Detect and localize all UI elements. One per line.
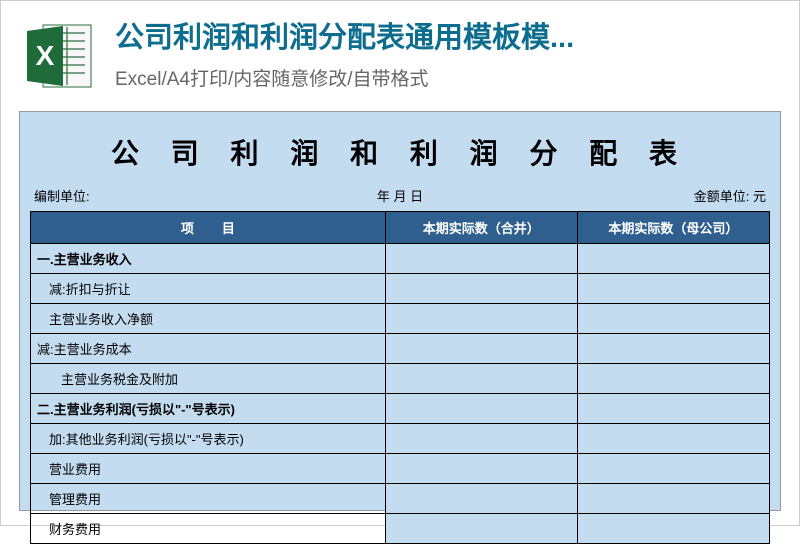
row-col3 (577, 424, 769, 454)
meta-left: 编制单位: (34, 186, 278, 205)
row-label: 营业费用 (31, 454, 386, 484)
page-subtitle: Excel/A4打印/内容随意修改/自带格式 (115, 64, 777, 91)
table-row: 主营业务收入净额 (31, 304, 770, 334)
row-label: 主营业务收入净额 (31, 304, 386, 334)
row-label: 一.主营业务收入 (31, 244, 386, 274)
row-label: 主营业务税金及附加 (31, 364, 386, 394)
table-row: 财务费用 (31, 514, 770, 544)
table-row: 减:折扣与折让 (31, 274, 770, 304)
th-col3: 本期实际数（母公司） (577, 212, 769, 244)
row-col3 (577, 244, 769, 274)
row-col2 (385, 514, 577, 544)
row-col3 (577, 514, 769, 544)
row-col3 (577, 454, 769, 484)
table-body: 一.主营业务收入减:折扣与折让主营业务收入净额减:主营业务成本主营业务税金及附加… (31, 244, 770, 544)
header-text: 公司利润和利润分配表通用模板模... Excel/A4打印/内容随意修改/自带格… (115, 19, 777, 91)
row-col2 (385, 424, 577, 454)
page-title: 公司利润和利润分配表通用模板模... (115, 21, 777, 56)
page-header: X 公司利润和利润分配表通用模板模... Excel/A4打印/内容随意修改/自… (1, 1, 799, 103)
row-label: 减:主营业务成本 (31, 334, 386, 364)
svg-text:X: X (36, 40, 55, 71)
row-col3 (577, 364, 769, 394)
table-row: 营业费用 (31, 454, 770, 484)
row-col2 (385, 454, 577, 484)
row-col3 (577, 274, 769, 304)
row-col2 (385, 274, 577, 304)
row-col2 (385, 304, 577, 334)
table-row: 一.主营业务收入 (31, 244, 770, 274)
table-header-row: 项目 本期实际数（合并） 本期实际数（母公司） (31, 212, 770, 244)
meta-right: 金额单位: 元 (522, 186, 766, 205)
meta-mid: 年 月 日 (278, 186, 522, 205)
row-label: 加:其他业务利润(亏损以"-"号表示) (31, 424, 386, 454)
row-label: 管理费用 (31, 484, 386, 514)
row-label: 财务费用 (31, 514, 386, 544)
table-row: 二.主营业务利润(亏损以"-"号表示) (31, 394, 770, 424)
row-col2 (385, 334, 577, 364)
row-col3 (577, 334, 769, 364)
excel-icon: X (23, 19, 97, 93)
table-row: 管理费用 (31, 484, 770, 514)
table-row: 主营业务税金及附加 (31, 364, 770, 394)
row-label: 减:折扣与折让 (31, 274, 386, 304)
meta-row: 编制单位: 年 月 日 金额单位: 元 (30, 186, 770, 211)
sheet-title: 公 司 利 润 和 利 润 分 配 表 (30, 124, 770, 186)
row-label: 二.主营业务利润(亏损以"-"号表示) (31, 394, 386, 424)
sheet-preview: 公 司 利 润 和 利 润 分 配 表 编制单位: 年 月 日 金额单位: 元 … (19, 111, 781, 511)
row-col3 (577, 394, 769, 424)
row-col3 (577, 304, 769, 334)
row-col2 (385, 244, 577, 274)
th-item: 项目 (31, 212, 386, 244)
table-row: 加:其他业务利润(亏损以"-"号表示) (31, 424, 770, 454)
row-col2 (385, 484, 577, 514)
row-col2 (385, 364, 577, 394)
th-col2: 本期实际数（合并） (385, 212, 577, 244)
row-col3 (577, 484, 769, 514)
row-col2 (385, 394, 577, 424)
profit-table: 项目 本期实际数（合并） 本期实际数（母公司） 一.主营业务收入减:折扣与折让主… (30, 211, 770, 544)
table-row: 减:主营业务成本 (31, 334, 770, 364)
